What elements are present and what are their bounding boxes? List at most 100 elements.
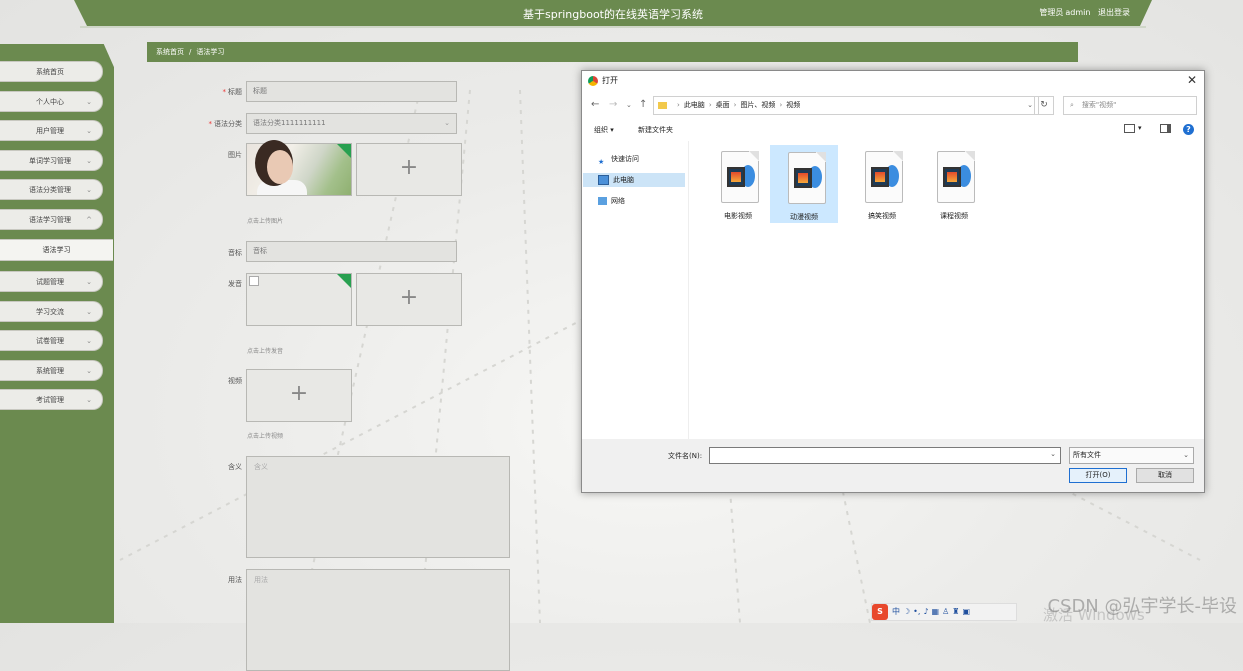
address-bar[interactable]: › 此电脑 › 桌面 › 图片、视频 › 视频 ⌄ [653, 96, 1039, 115]
sidebar-item[interactable]: 语法分类管理 ⌄ [0, 179, 103, 200]
file-item[interactable]: 课程视频 [920, 145, 988, 223]
chevron-down-icon[interactable]: ⌄ [1027, 97, 1033, 114]
meaning-textarea[interactable]: 含义 [246, 456, 510, 558]
back-arrow-icon[interactable]: ← [591, 99, 599, 110]
filename-input[interactable]: ⌄ [709, 447, 1061, 464]
sidebar-item[interactable]: 单词学习管理 ⌄ [0, 150, 103, 171]
cancel-button[interactable]: 取消 [1136, 468, 1194, 483]
chevron-down-icon: ⌄ [86, 127, 92, 135]
breadcrumb: 系统首页 / 语法学习 [147, 42, 1078, 62]
sidebar-item[interactable]: 语法学习管理 ^ [0, 209, 103, 230]
ime-mode[interactable]: 中 [892, 607, 900, 616]
chevron-down-icon: ⌄ [1183, 451, 1189, 459]
video-upload-hint: 点击上传视频 [247, 433, 284, 440]
preview-pane-icon[interactable] [1160, 124, 1171, 133]
image-preview[interactable] [246, 143, 352, 196]
open-button[interactable]: 打开(O) [1069, 468, 1127, 483]
chevron-down-icon: ⌄ [86, 396, 92, 404]
video-upload-button[interactable]: + [246, 369, 352, 422]
sidebar-item[interactable]: 学习交流 ⌄ [0, 301, 103, 322]
sidebar-item[interactable]: 试题管理 ⌄ [0, 271, 103, 292]
new-folder-button[interactable]: 新建文件夹 [638, 125, 673, 135]
pin-icon: ★ [598, 158, 605, 166]
file-name: 电影视频 [724, 212, 752, 220]
search-input[interactable]: ⌕ 搜索"视频" [1063, 96, 1197, 115]
sogou-icon: S [872, 604, 888, 620]
path-segment[interactable]: 图片、视频 [740, 101, 775, 109]
chevron-down-icon[interactable]: ▾ [1138, 124, 1142, 132]
sidebar-item[interactable]: 用户管理 ⌄ [0, 120, 103, 141]
filename-label: 文件名(N): [668, 452, 703, 460]
chevron-down-icon: ⌄ [86, 308, 92, 316]
chevron-down-icon[interactable]: ⌄ [1050, 450, 1056, 458]
video-file-icon [865, 151, 903, 203]
watermark: CSDN @弘宇学长-毕设 [1047, 596, 1237, 617]
dialog-footer: 文件名(N): ⌄ 所有文件 ⌄ 打开(O) 取消 [582, 439, 1204, 492]
usage-textarea[interactable]: 用法 [246, 569, 510, 671]
chevron-down-icon: ⌄ [444, 119, 450, 127]
sidebar-item-label: 系统管理 [36, 367, 64, 375]
file-item[interactable]: 搞笑视频 [848, 145, 916, 223]
user-role: 管理员 [1039, 8, 1064, 17]
nav-network[interactable]: 网络 [598, 194, 625, 208]
sidebar-item[interactable]: 系统管理 ⌄ [0, 360, 103, 381]
folder-icon [658, 101, 667, 109]
close-icon[interactable]: ✕ [1187, 73, 1197, 87]
view-mode-icon[interactable] [1124, 124, 1135, 133]
upload-success-corner [337, 274, 351, 288]
video-file-icon [721, 151, 759, 203]
sidebar-item-label: 系统首页 [36, 68, 64, 76]
sidebar-item[interactable]: 考试管理 ⌄ [0, 389, 103, 410]
path-segment[interactable]: 此电脑 [684, 101, 705, 109]
sidebar-item-label: 语法学习管理 [29, 216, 71, 224]
grid-icon: ▣ [962, 607, 971, 616]
audio-preview[interactable] [246, 273, 352, 326]
file-item[interactable]: 电影视频 [704, 145, 772, 223]
image-upload-hint: 点击上传图片 [247, 218, 284, 225]
up-arrow-icon[interactable]: ↑ [639, 99, 647, 110]
plus-icon: + [289, 381, 309, 406]
site-title: 基于springboot的在线英语学习系统 [522, 8, 703, 21]
sidebar-item[interactable]: 试卷管理 ⌄ [0, 330, 103, 351]
user-icon: ♙ [942, 607, 950, 616]
sidebar-item-label: 学习交流 [36, 308, 64, 316]
path-segment[interactable]: 桌面 [716, 101, 730, 109]
sidebar-item-label: 试卷管理 [36, 337, 64, 345]
mic-icon: ♪ [923, 607, 929, 616]
chevron-down-icon: ⌄ [86, 278, 92, 286]
ime-toolbar[interactable]: S 中 ☽ •, ♪ ▦ ♙ ♜ ▣ [871, 603, 1017, 621]
file-item-selected[interactable]: 动漫视频 [770, 145, 838, 223]
sidebar-item-label: 语法分类管理 [29, 186, 71, 194]
title-label: * 标题 [222, 88, 243, 96]
phonetic-input[interactable]: 音标 [246, 241, 457, 262]
network-icon [598, 197, 607, 205]
help-icon[interactable]: ? [1183, 124, 1194, 135]
nav-quick-access[interactable]: ★ 快速访问 [598, 152, 639, 166]
usage-label: 用法 [228, 576, 242, 584]
sidebar-subitem[interactable]: 语法学习 [0, 239, 113, 261]
chevron-down-icon: ⌄ [86, 367, 92, 375]
image-upload-button[interactable]: + [356, 143, 462, 196]
audio-upload-button[interactable]: + [356, 273, 462, 326]
breadcrumb-home[interactable]: 系统首页 [156, 48, 184, 56]
image-label: 图片 [228, 151, 242, 159]
sidebar-item[interactable]: 个人中心 ⌄ [0, 91, 103, 112]
chevron-down-icon: ⌄ [86, 157, 92, 165]
title-input[interactable]: 标题 [246, 81, 457, 102]
chrome-icon [588, 75, 598, 86]
recent-chevron-icon[interactable]: ⌄ [626, 101, 632, 109]
sidebar-item[interactable]: 系统首页 [0, 61, 103, 82]
broken-image-icon [249, 276, 259, 286]
filetype-select[interactable]: 所有文件 ⌄ [1069, 447, 1194, 464]
file-name: 课程视频 [940, 212, 968, 220]
category-select[interactable]: 语法分类1111111111 ⌄ [246, 113, 457, 134]
forward-arrow-icon[interactable]: → [609, 99, 617, 110]
punctuation-icon: •, [913, 607, 921, 616]
logout-link[interactable]: 退出登录 [1098, 8, 1130, 17]
audio-label: 发音 [228, 280, 242, 288]
category-label: * 语法分类 [208, 120, 243, 128]
refresh-icon[interactable]: ↻ [1034, 96, 1054, 115]
nav-this-pc[interactable]: 此电脑 [583, 173, 685, 187]
organize-button[interactable]: 组织 ▾ [594, 125, 614, 135]
path-segment[interactable]: 视频 [786, 101, 800, 109]
